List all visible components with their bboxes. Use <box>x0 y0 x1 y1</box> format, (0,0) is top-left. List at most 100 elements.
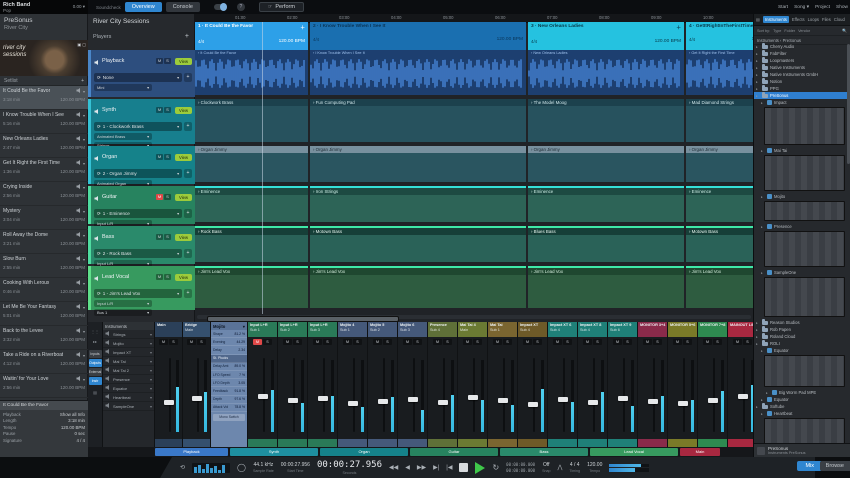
chevron-down-icon[interactable]: ▾ <box>150 341 152 346</box>
clip-synth[interactable]: › Clockwork Brass <box>195 99 308 142</box>
mute-button[interactable]: M <box>156 234 163 240</box>
preset-thumbnail[interactable] <box>764 107 845 145</box>
tab-console[interactable]: Console <box>166 2 200 12</box>
band-tempo[interactable]: 0.00 ▾ <box>73 4 85 10</box>
fader-cap[interactable] <box>678 401 688 406</box>
channel-fader[interactable] <box>698 356 727 436</box>
filter-type[interactable]: Type <box>773 29 781 33</box>
channel-strip[interactable]: Mai TaiSub 1MS <box>488 322 518 447</box>
channel-color-tab[interactable] <box>248 439 277 447</box>
chevron-down-icon[interactable]: ▾ <box>177 251 179 256</box>
channel-color-tab[interactable] <box>368 439 397 447</box>
band-block[interactable]: Rich Band Pop 0.00 ▾ <box>0 0 88 14</box>
tree-folder-presonus[interactable]: ▸PreSonus <box>754 92 847 99</box>
instrument-list-item[interactable]: Equator▾ <box>103 384 154 393</box>
setlist-song-item[interactable]: Waitin' for Your Love▾2:56 min120.00 BPM <box>0 374 88 398</box>
channel-strip[interactable]: Mojito 4Sub 1MS <box>338 322 368 447</box>
solo-button[interactable]: S <box>293 339 302 345</box>
chevron-down-icon[interactable]: ▾ <box>177 171 179 176</box>
mute-button[interactable]: M <box>156 58 163 64</box>
clip-lead[interactable]: › Jim's Lead Vox <box>310 266 526 308</box>
sync-icon[interactable]: ⟲ <box>180 463 185 473</box>
twisty-icon[interactable]: ▸ <box>756 73 760 77</box>
twisty-icon[interactable]: ▸ <box>756 80 760 84</box>
reload-icon[interactable]: ⟳ <box>97 75 101 81</box>
channel-color-tab[interactable] <box>428 439 457 447</box>
tree-item-mojito[interactable]: ▸Mojito <box>754 193 847 200</box>
patch-selector[interactable]: ⟳2 - Rock Bass▾ <box>94 249 182 258</box>
forward-icon[interactable]: ▶▶ <box>417 463 426 473</box>
solo-button[interactable]: S <box>164 58 171 64</box>
info-value[interactable]: 0 sec <box>75 431 86 436</box>
browser-tab-files[interactable]: Files <box>822 17 831 22</box>
tree-item-sampleone[interactable]: ▸SampleOne <box>754 269 847 276</box>
channel-header[interactable]: Mai TaiSub 1 <box>488 322 517 337</box>
clip-organ[interactable]: › Organ Jimmy <box>310 146 526 182</box>
channel-color-tab[interactable] <box>278 439 307 447</box>
mute-button[interactable]: M <box>159 339 168 345</box>
chevron-down-icon[interactable]: ▾ <box>150 404 152 409</box>
browser-tab-loops[interactable]: Loops <box>808 17 819 22</box>
clip-playback[interactable]: › I Know Trouble When I See It <box>310 50 526 95</box>
filter-folder[interactable]: Folder <box>784 29 795 33</box>
mute-button[interactable]: M <box>613 339 622 345</box>
channel-header[interactable]: MONITOR 7+8 <box>698 322 727 337</box>
tree-item-heartbeat[interactable]: ▸Heartbeat <box>754 410 847 417</box>
fader-cap[interactable] <box>498 398 508 403</box>
add-player-icon[interactable]: + <box>185 33 189 40</box>
channel-color-tab[interactable] <box>548 439 577 447</box>
clip-guitar[interactable]: › Eminence <box>686 186 753 222</box>
channel-header[interactable]: Impact XT 8Sub 4 <box>578 322 607 337</box>
chevron-down-icon[interactable]: ▾ <box>150 359 152 364</box>
clip-playback[interactable]: › Get It Right the First Time <box>686 50 753 95</box>
twisty-icon[interactable]: ▸ <box>756 59 760 63</box>
clip-organ[interactable]: › Organ Jimmy <box>195 146 308 182</box>
fader-cap[interactable] <box>618 396 628 401</box>
clip-bass[interactable]: › Blues Bass <box>528 226 684 262</box>
instrument-list-item[interactable]: Mai Tai 2▾ <box>103 366 154 375</box>
patch-selector[interactable]: ⟳2 - Organ Jimmy▾ <box>94 169 182 178</box>
loop-button[interactable]: ↻ <box>492 463 499 473</box>
reload-icon[interactable]: ⟳ <box>97 124 101 130</box>
channel-fader[interactable] <box>278 356 307 436</box>
player-row-playback[interactable]: PlaybackMSView⟳None▾+Mini▾ <box>88 50 195 97</box>
chevron-down-icon[interactable]: ▾ <box>83 257 85 262</box>
setlist-song-item[interactable]: Take a Ride on a Riverboat▾4:12 min120.0… <box>0 350 88 374</box>
chevron-down-icon[interactable]: ▾ <box>83 137 85 142</box>
chevron-down-icon[interactable]: ▾ <box>83 305 85 310</box>
twisty-icon[interactable]: ▸ <box>756 335 760 339</box>
solo-button[interactable]: S <box>263 339 272 345</box>
macro-param-row[interactable]: Depth97.6 % <box>211 396 247 404</box>
fader-cap[interactable] <box>164 400 174 405</box>
macro-param-row[interactable]: LFO Speed7 % <box>211 371 247 379</box>
channel-color-tab[interactable] <box>578 439 607 447</box>
instrument-list-item[interactable]: SampleOne▾ <box>103 402 154 411</box>
mute-button[interactable]: M <box>156 274 163 280</box>
return-to-zero-icon[interactable]: |◀ <box>446 463 452 473</box>
add-patch-button[interactable]: + <box>184 289 192 298</box>
chevron-down-icon[interactable]: ▾ <box>83 209 85 214</box>
clip-synth[interactable]: › Mad Diamond Strings <box>686 99 753 142</box>
chevron-down-icon[interactable]: ▾ <box>83 89 85 94</box>
player-row-guitar[interactable]: GuitarMSView⟳1 - Eminence▾+Input L/R▾Bus… <box>88 186 195 224</box>
channel-tab-playback[interactable]: Playback <box>155 448 228 456</box>
channel-color-tab[interactable] <box>668 439 697 447</box>
browser-tab-effects[interactable]: Effects <box>792 17 805 22</box>
setlist-song-item[interactable]: Roll Away the Dome▾3:21 min120.00 BPM <box>0 230 88 254</box>
player-sub-selector[interactable]: Animated Brass▾ <box>94 133 152 140</box>
channel-header[interactable]: Impact XT 9Sub 6 <box>608 322 637 337</box>
chevron-down-icon[interactable]: ▾ <box>150 368 152 373</box>
speaker-icon[interactable] <box>76 256 82 262</box>
twisty-icon[interactable]: ▸ <box>761 398 765 402</box>
speaker-icon[interactable] <box>76 112 82 118</box>
search-icon[interactable]: 🔍 <box>842 28 847 33</box>
channel-color-tab[interactable] <box>608 439 637 447</box>
channel-color-tab[interactable] <box>183 439 210 447</box>
setlist-song-item[interactable]: New Orleans Ladies▾2:47 min120.00 BPM <box>0 134 88 158</box>
channel-header[interactable]: Input L+RSub 2 <box>278 322 307 337</box>
speaker-icon[interactable] <box>76 136 82 142</box>
channel-header[interactable]: Mai Tai 4Main <box>458 322 487 337</box>
macro-param-row[interactable]: Delay Amt89.0 % <box>211 363 247 371</box>
channel-color-tab[interactable] <box>338 439 367 447</box>
solo-button[interactable]: S <box>473 339 482 345</box>
